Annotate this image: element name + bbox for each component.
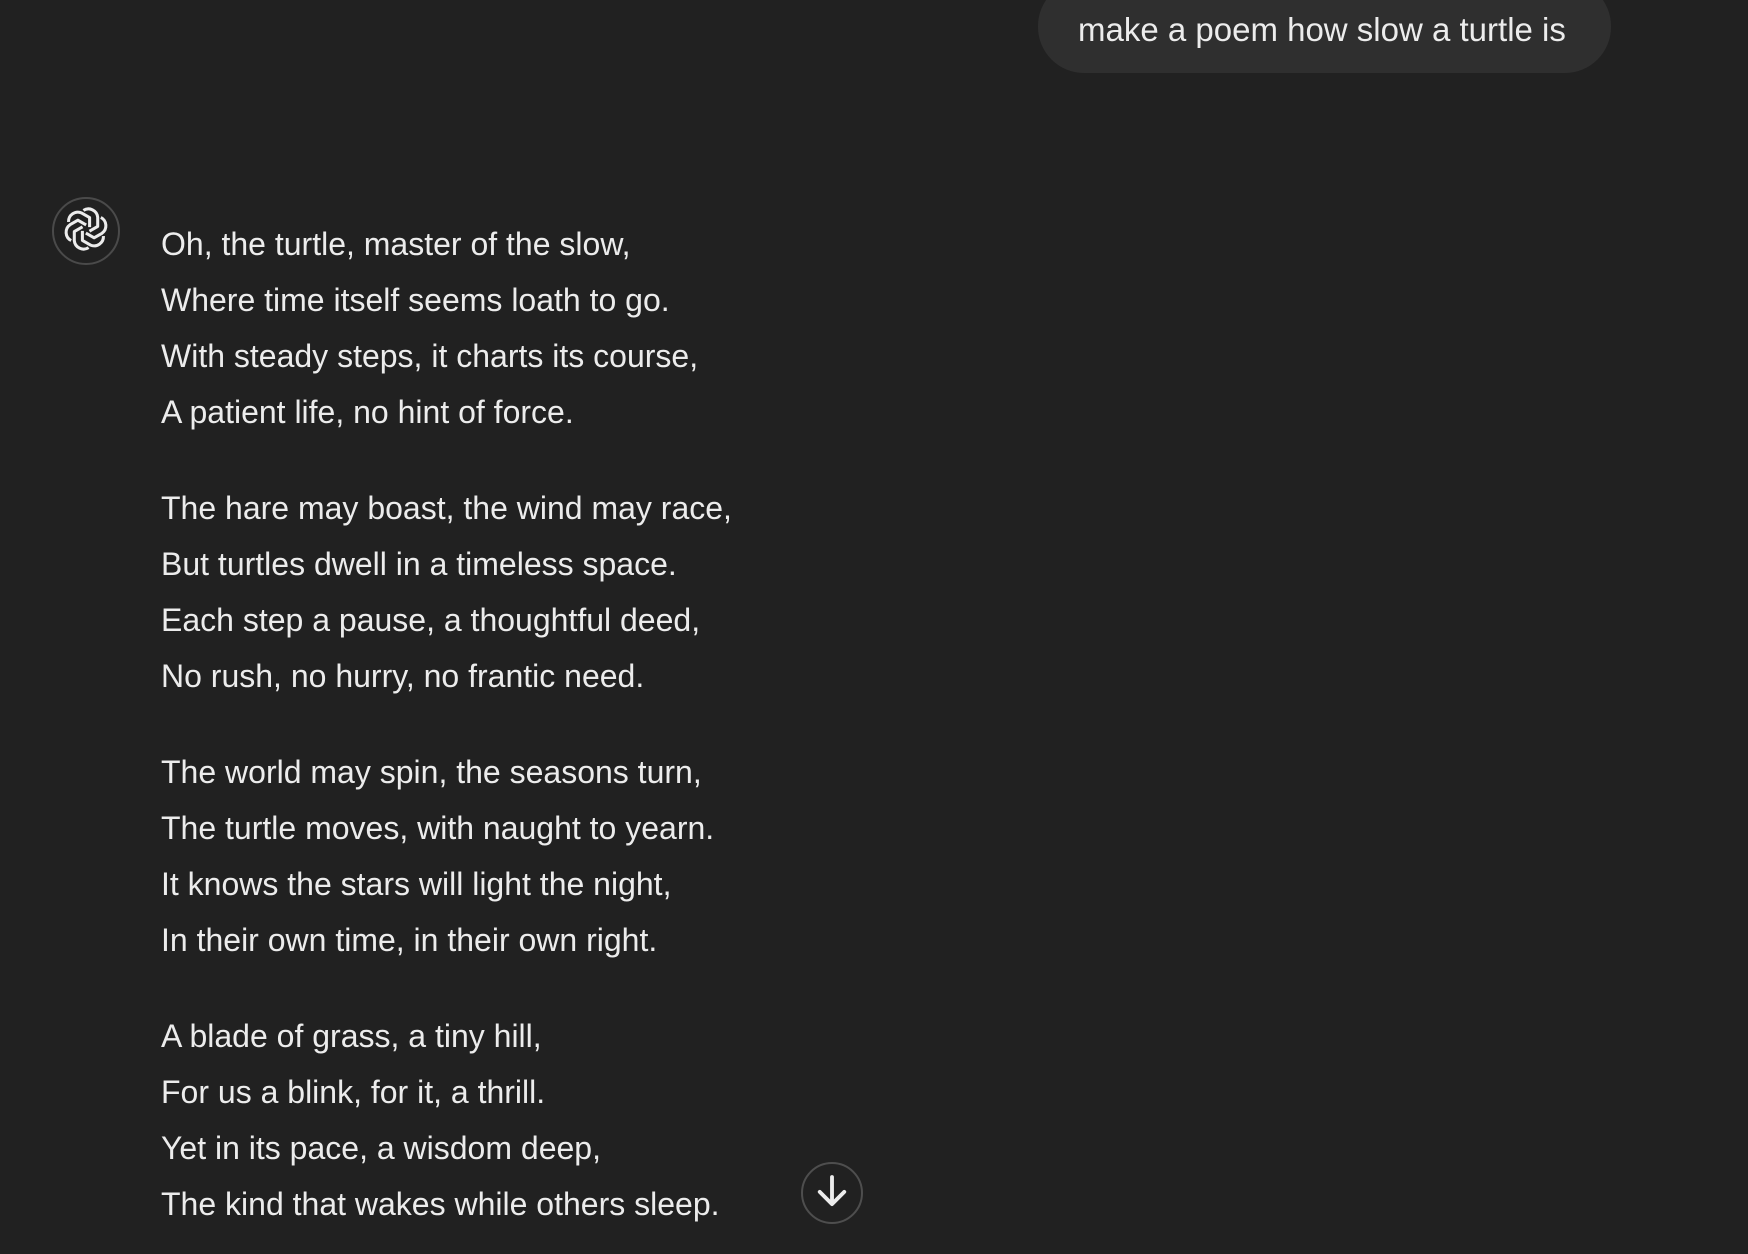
poem-line: Each step a pause, a thoughtful deed, (161, 602, 701, 638)
assistant-avatar (52, 197, 120, 265)
assistant-message: Oh, the turtle, master of the slow, Wher… (161, 216, 861, 1254)
poem-line: For us a blink, for it, a thrill. (161, 1074, 546, 1110)
poem-stanza: Oh, the turtle, master of the slow, Wher… (161, 216, 861, 440)
user-message-text: make a poem how slow a turtle is (1078, 11, 1566, 48)
poem-line: In their own time, in their own right. (161, 922, 658, 958)
arrow-down-icon (811, 1170, 853, 1217)
poem-stanza: The world may spin, the seasons turn, Th… (161, 744, 861, 968)
poem-line: With steady steps, it charts its course, (161, 338, 699, 374)
poem-line: The hare may boast, the wind may race, (161, 490, 732, 526)
poem-line: A blade of grass, a tiny hill, (161, 1018, 542, 1054)
chat-page: make a poem how slow a turtle is Oh, the… (0, 0, 1748, 1254)
poem-line: A patient life, no hint of force. (161, 394, 574, 430)
poem-stanza: The hare may boast, the wind may race, B… (161, 480, 861, 704)
poem-line: It knows the stars will light the night, (161, 866, 672, 902)
poem-line: No rush, no hurry, no frantic need. (161, 658, 645, 694)
poem-line: Where time itself seems loath to go. (161, 282, 670, 318)
openai-logo-icon (60, 203, 112, 260)
poem-line: The kind that wakes while others sleep. (161, 1186, 720, 1222)
poem-line: Oh, the turtle, master of the slow, (161, 226, 631, 262)
poem-line: Yet in its pace, a wisdom deep, (161, 1130, 601, 1166)
poem-line: The turtle moves, with naught to yearn. (161, 810, 715, 846)
poem-line: But turtles dwell in a timeless space. (161, 546, 677, 582)
scroll-to-bottom-button[interactable] (801, 1162, 863, 1224)
poem-line: The world may spin, the seasons turn, (161, 754, 702, 790)
poem-stanza: A blade of grass, a tiny hill, For us a … (161, 1008, 861, 1232)
user-message-bubble: make a poem how slow a turtle is (1038, 0, 1611, 73)
